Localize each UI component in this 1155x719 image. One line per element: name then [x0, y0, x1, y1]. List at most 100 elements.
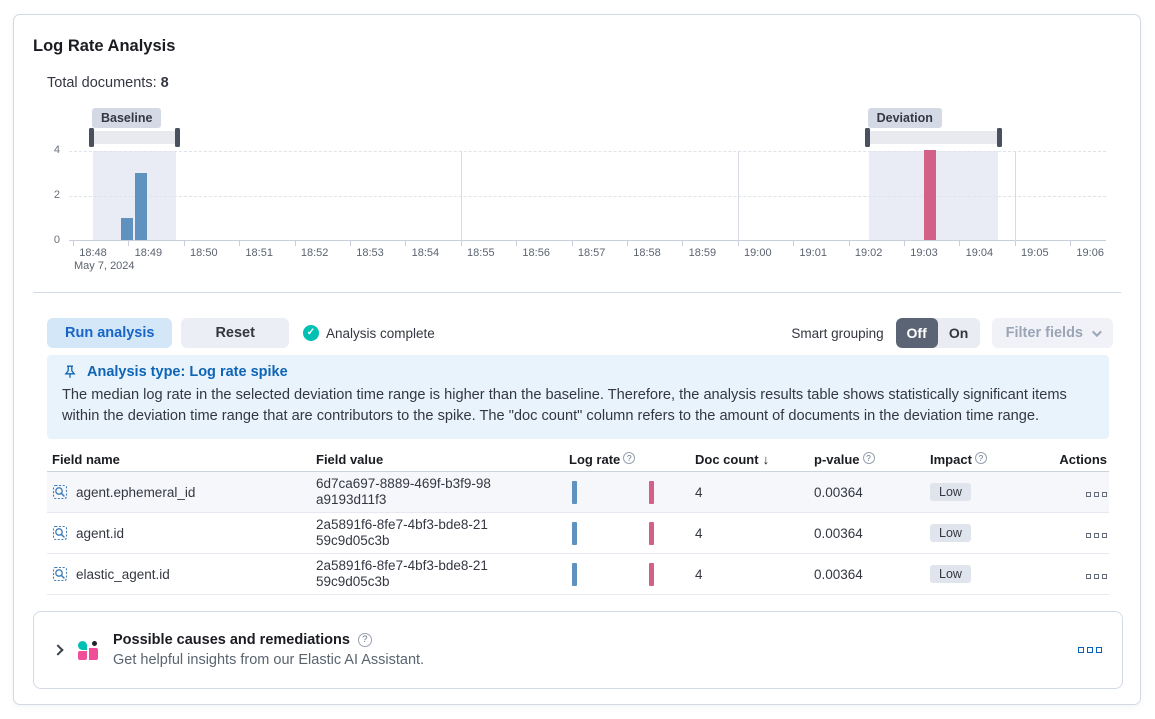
y-axis-label: 4	[40, 144, 60, 156]
y-gridline	[69, 196, 1106, 197]
x-axis-tick	[627, 241, 628, 246]
field-type-icon	[52, 525, 68, 541]
total-documents: Total documents: 8	[47, 75, 169, 91]
x-gridline	[738, 151, 739, 241]
table-row[interactable]: elastic_agent.id 2a5891f6-8fe7-4bf3-bde8…	[47, 554, 1109, 595]
reset-button[interactable]: Reset	[181, 318, 289, 348]
smart-grouping-off-button[interactable]: Off	[896, 318, 938, 348]
possible-causes-panel[interactable]: Possible causes and remediations ? Get h…	[33, 611, 1123, 689]
x-axis-tick	[295, 241, 296, 246]
x-axis-label: 18:58	[633, 247, 661, 259]
deviation-badge: Deviation	[868, 108, 942, 128]
row-actions-icon[interactable]	[1086, 492, 1107, 497]
log-rate-sparkline	[569, 521, 695, 545]
x-axis-label: 18:53	[356, 247, 384, 259]
log-rate-analysis-panel: Log Rate Analysis Total documents: 8 Bas…	[13, 14, 1141, 705]
panel-actions-icon[interactable]	[1078, 647, 1102, 653]
total-documents-label: Total documents:	[47, 75, 157, 91]
x-gridline	[461, 151, 462, 241]
x-axis-tick	[738, 241, 739, 246]
p-value: 0.00364	[814, 526, 930, 541]
x-axis-tick	[350, 241, 351, 246]
analysis-status-text: Analysis complete	[326, 326, 435, 341]
sparkline-deviation-bar	[649, 481, 654, 504]
col-header-impact[interactable]: Impact?	[930, 452, 1042, 467]
row-actions-icon[interactable]	[1086, 533, 1107, 538]
page-title: Log Rate Analysis	[33, 37, 175, 56]
baseline-brush-right-handle[interactable]	[175, 128, 180, 147]
x-axis-label: 18:51	[245, 247, 273, 259]
p-value: 0.00364	[814, 485, 930, 500]
y-axis-label: 2	[40, 189, 60, 201]
baseline-badge: Baseline	[92, 108, 161, 128]
x-axis-label: 18:48	[79, 247, 107, 259]
x-axis-date-label: May 7, 2024	[74, 260, 135, 272]
col-header-field-value[interactable]: Field value	[316, 452, 569, 467]
controls-bar: Run analysis Reset ✓ Analysis complete S…	[47, 317, 1113, 349]
table-row[interactable]: agent.id 2a5891f6-8fe7-4bf3-bde8-2159c9d…	[47, 513, 1109, 554]
expand-chevron-icon[interactable]	[52, 644, 63, 655]
col-header-doc-count[interactable]: Doc count↓	[695, 452, 814, 467]
sort-desc-icon: ↓	[763, 452, 770, 467]
x-axis-label: 19:06	[1076, 247, 1104, 259]
impact-badge: Low	[930, 483, 971, 501]
sparkline-baseline-bar	[572, 563, 577, 586]
chart-plot-area[interactable]	[69, 151, 1106, 241]
baseline-brush-left-handle[interactable]	[89, 128, 94, 147]
help-icon[interactable]: ?	[358, 633, 372, 647]
baseline-bar	[121, 218, 133, 241]
sparkline-baseline-bar	[572, 481, 577, 504]
callout-title: Analysis type: Log rate spike	[87, 364, 288, 380]
callout-body: The median log rate in the selected devi…	[62, 385, 1094, 427]
field-name: elastic_agent.id	[76, 567, 170, 582]
x-axis-label: 18:59	[689, 247, 717, 259]
analysis-type-callout: Analysis type: Log rate spike The median…	[47, 355, 1109, 439]
total-documents-value: 8	[161, 75, 169, 91]
baseline-brush[interactable]	[91, 131, 178, 144]
document-count-chart: Baseline Deviation 0 2 4 18:48 18:49 18:50 18…	[14, 101, 1142, 279]
sparkline-baseline-bar	[572, 522, 577, 545]
x-axis-tick	[904, 241, 905, 246]
smart-grouping-on-button[interactable]: On	[938, 318, 980, 348]
run-analysis-button[interactable]: Run analysis	[47, 318, 172, 348]
col-header-log-rate[interactable]: Log rate?	[569, 452, 695, 467]
x-axis-label: 19:03	[910, 247, 938, 259]
row-actions-icon[interactable]	[1086, 574, 1107, 579]
col-header-field-name[interactable]: Field name	[47, 452, 316, 467]
y-gridline	[69, 151, 1106, 152]
info-icon[interactable]: ?	[863, 452, 875, 464]
info-icon[interactable]: ?	[975, 452, 987, 464]
possible-causes-title: Possible causes and remediations	[113, 632, 350, 648]
x-axis-label: 18:49	[135, 247, 163, 259]
x-axis-tick	[461, 241, 462, 246]
x-axis-label: 18:52	[301, 247, 329, 259]
results-table: Field name Field value Log rate? Doc cou…	[47, 447, 1109, 595]
x-axis-label: 19:04	[966, 247, 994, 259]
deviation-brush[interactable]	[867, 131, 1000, 144]
log-rate-sparkline	[569, 480, 695, 504]
table-row[interactable]: agent.ephemeral_id 6d7ca697-8889-469f-b3…	[47, 472, 1109, 513]
x-axis-label: 18:54	[412, 247, 440, 259]
filter-fields-label: Filter fields	[1006, 325, 1083, 341]
table-header-row: Field name Field value Log rate? Doc cou…	[47, 447, 1109, 472]
info-icon[interactable]: ?	[623, 452, 635, 464]
deviation-bar	[924, 150, 936, 240]
field-type-icon	[52, 566, 68, 582]
doc-count-value: 4	[695, 485, 814, 500]
y-axis-label: 0	[40, 234, 60, 246]
doc-count-value: 4	[695, 567, 814, 582]
filter-fields-button[interactable]: Filter fields	[992, 318, 1113, 348]
field-value: 2a5891f6-8fe7-4bf3-bde8-2159c9d05c3b	[316, 517, 494, 549]
x-axis-label: 18:50	[190, 247, 218, 259]
baseline-bar	[135, 173, 147, 241]
elastic-ai-assistant-icon	[78, 641, 98, 660]
x-axis-label: 18:56	[522, 247, 550, 259]
col-header-p-value[interactable]: p-value?	[814, 452, 930, 467]
x-axis-tick	[128, 241, 129, 246]
doc-count-value: 4	[695, 526, 814, 541]
p-value: 0.00364	[814, 567, 930, 582]
col-header-actions: Actions	[1042, 452, 1109, 467]
field-name: agent.ephemeral_id	[76, 485, 195, 500]
deviation-brush-right-handle[interactable]	[997, 128, 1002, 147]
deviation-brush-left-handle[interactable]	[865, 128, 870, 147]
